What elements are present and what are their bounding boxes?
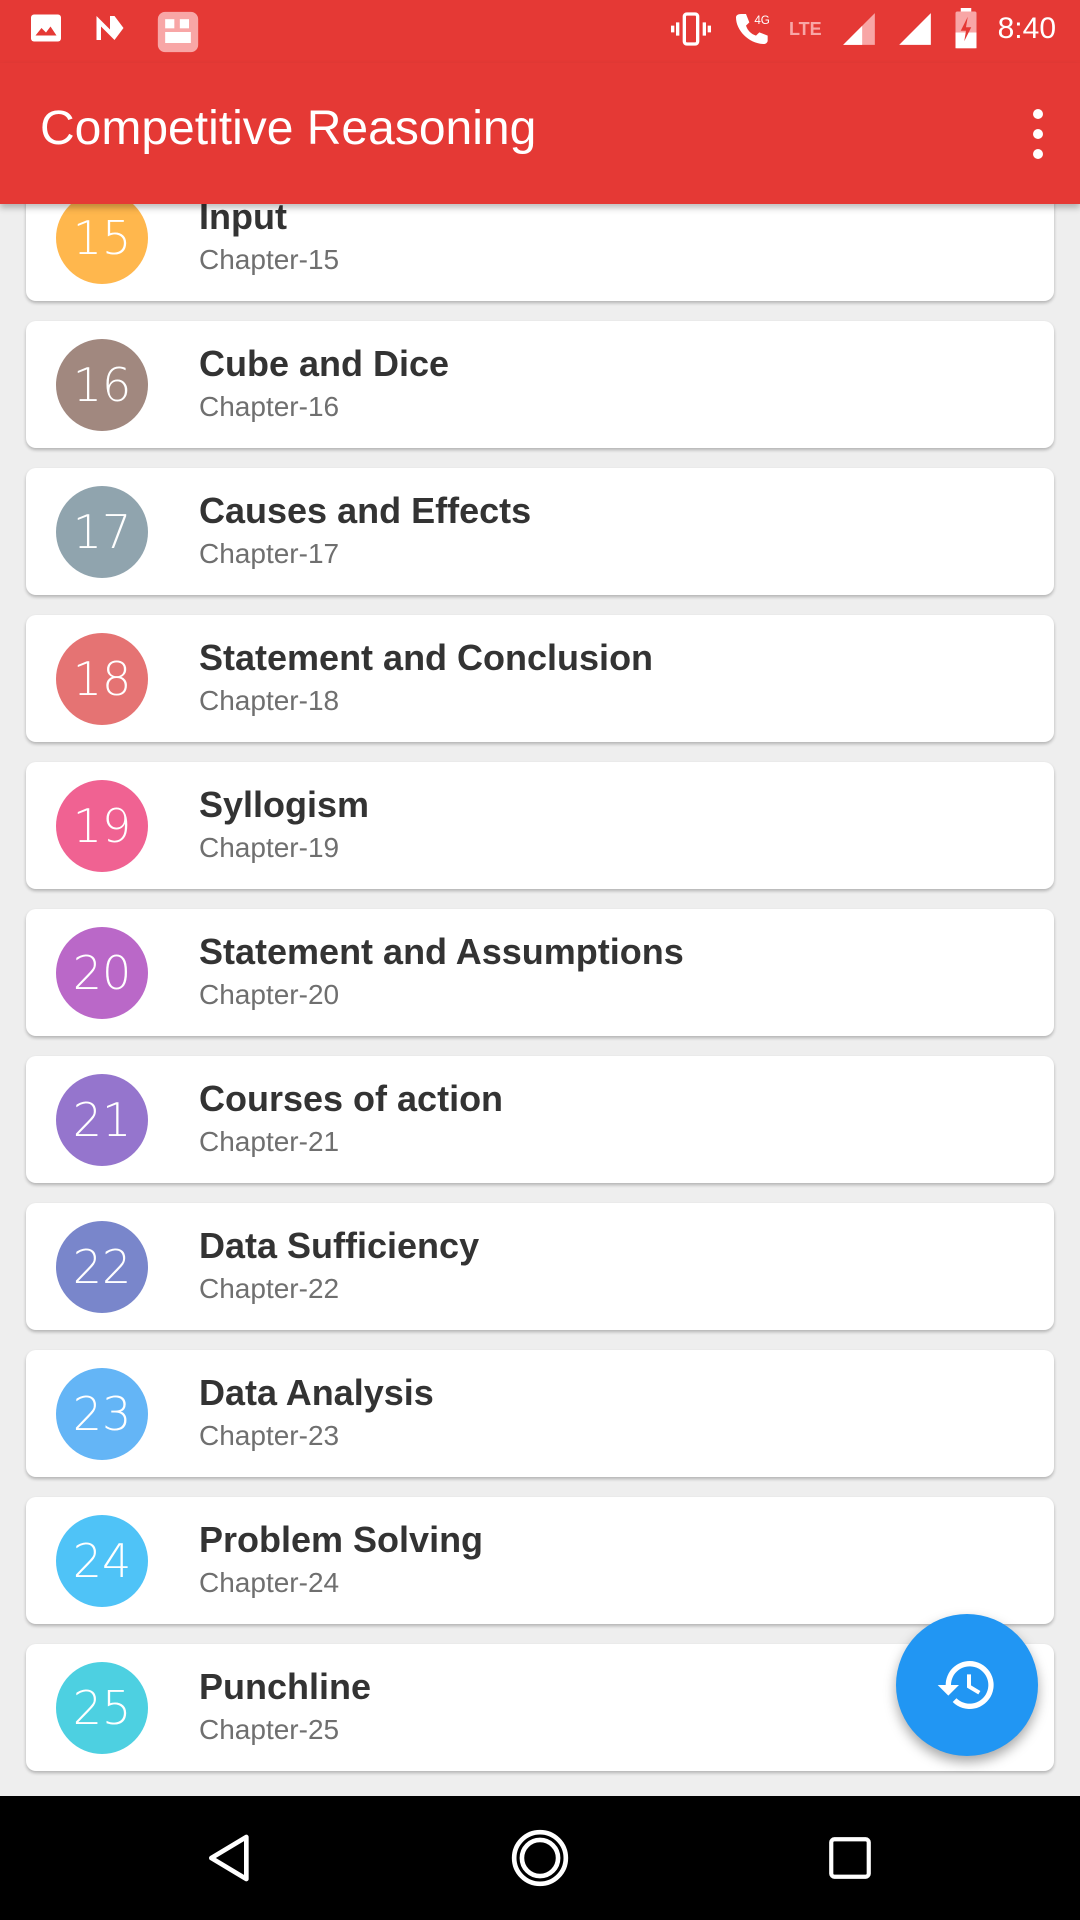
recents-button[interactable] xyxy=(818,1826,882,1890)
chapter-card[interactable]: 17 Causes and Effects Chapter-17 xyxy=(26,468,1054,595)
chapter-number-avatar: 22 xyxy=(56,1221,148,1313)
chapter-title: Cube and Dice xyxy=(199,343,450,384)
chapter-title: Punchline xyxy=(199,1666,372,1707)
chapter-title: Data Sufficiency xyxy=(199,1225,480,1266)
chapter-number-avatar: 24 xyxy=(56,1515,148,1607)
chapter-title: Input xyxy=(199,204,287,237)
chapter-number-avatar: 19 xyxy=(56,780,148,872)
wifi-call-icon: 4G xyxy=(735,14,770,44)
chapter-card[interactable]: 21 Courses of action Chapter-21 xyxy=(26,1056,1054,1183)
chapter-card[interactable]: 15 Input Chapter-15 xyxy=(26,204,1054,301)
chapter-subtitle: Chapter-20 xyxy=(199,979,340,1010)
home-icon xyxy=(511,1829,569,1887)
history-icon xyxy=(937,1661,994,1709)
chapter-card[interactable]: 22 Data Sufficiency Chapter-22 xyxy=(26,1203,1054,1330)
chapter-title: Courses of action xyxy=(199,1078,504,1119)
signal-icon xyxy=(842,13,875,45)
status-left-icons xyxy=(28,10,200,54)
chapter-number-avatar: 25 xyxy=(56,1662,148,1754)
chapter-subtitle: Chapter-17 xyxy=(199,538,340,569)
chapter-list: 15 Input Chapter-15 16 Cube and Dice Cha… xyxy=(0,204,1080,1796)
svg-text:4G: 4G xyxy=(754,14,770,27)
home-button[interactable] xyxy=(508,1826,572,1890)
signal-icon xyxy=(898,13,931,45)
chapter-title: Syllogism xyxy=(199,784,370,825)
chapter-title: Data Analysis xyxy=(199,1372,434,1413)
chapter-subtitle: Chapter-18 xyxy=(199,685,340,716)
chapter-subtitle: Chapter-25 xyxy=(199,1714,340,1745)
back-icon xyxy=(209,1834,249,1882)
chapter-subtitle: Chapter-23 xyxy=(199,1420,340,1451)
chapter-subtitle: Chapter-16 xyxy=(199,391,340,422)
lte-label: LTE xyxy=(788,18,822,39)
status-bar: 4G LTE 8:40 xyxy=(0,0,1080,63)
more-vert-icon[interactable] xyxy=(1028,109,1048,159)
chapter-number-avatar: 23 xyxy=(56,1368,148,1460)
chapter-number-avatar: 17 xyxy=(56,486,148,578)
chapter-card[interactable]: 20 Statement and Assumptions Chapter-20 xyxy=(26,909,1054,1036)
vibrate-icon xyxy=(670,12,711,46)
battery-charging-icon xyxy=(955,8,977,49)
chapter-subtitle: Chapter-21 xyxy=(199,1126,340,1157)
chapter-subtitle: Chapter-22 xyxy=(199,1273,340,1304)
chapter-number-avatar: 21 xyxy=(56,1074,148,1166)
chapter-title: Problem Solving xyxy=(199,1519,484,1560)
recents-icon xyxy=(829,1837,871,1879)
chapter-subtitle: Chapter-19 xyxy=(199,832,340,863)
chapter-card[interactable]: 18 Statement and Conclusion Chapter-18 xyxy=(26,615,1054,742)
chapter-title: Statement and Conclusion xyxy=(199,637,654,678)
status-right-icons: 4G LTE 8:40 xyxy=(669,8,1056,50)
image-icon xyxy=(31,14,61,42)
chapter-number-avatar: 18 xyxy=(56,633,148,725)
page-title: Competitive Reasoning xyxy=(40,102,537,155)
back-button[interactable] xyxy=(198,1826,262,1890)
chapter-number-avatar: 15 xyxy=(56,204,148,284)
chapter-card[interactable]: 19 Syllogism Chapter-19 xyxy=(26,762,1054,889)
status-time: 8:40 xyxy=(997,12,1056,45)
chapter-card[interactable]: 23 Data Analysis Chapter-23 xyxy=(26,1350,1054,1477)
app-notification-icon xyxy=(157,11,199,53)
n-notification-icon xyxy=(96,16,124,40)
chapter-subtitle: Chapter-15 xyxy=(199,244,340,275)
app-bar: Competitive Reasoning xyxy=(0,63,1080,204)
chapter-card[interactable]: 16 Cube and Dice Chapter-16 xyxy=(26,321,1054,448)
chapter-title: Statement and Assumptions xyxy=(199,931,684,972)
chapter-title: Causes and Effects xyxy=(199,490,532,531)
chapter-card[interactable]: 24 Problem Solving Chapter-24 xyxy=(26,1497,1054,1624)
system-nav-bar xyxy=(0,1796,1080,1920)
chapter-number-avatar: 20 xyxy=(56,927,148,1019)
chapter-subtitle: Chapter-24 xyxy=(199,1567,340,1598)
history-fab-button[interactable] xyxy=(896,1614,1038,1756)
chapter-number-avatar: 16 xyxy=(56,339,148,431)
